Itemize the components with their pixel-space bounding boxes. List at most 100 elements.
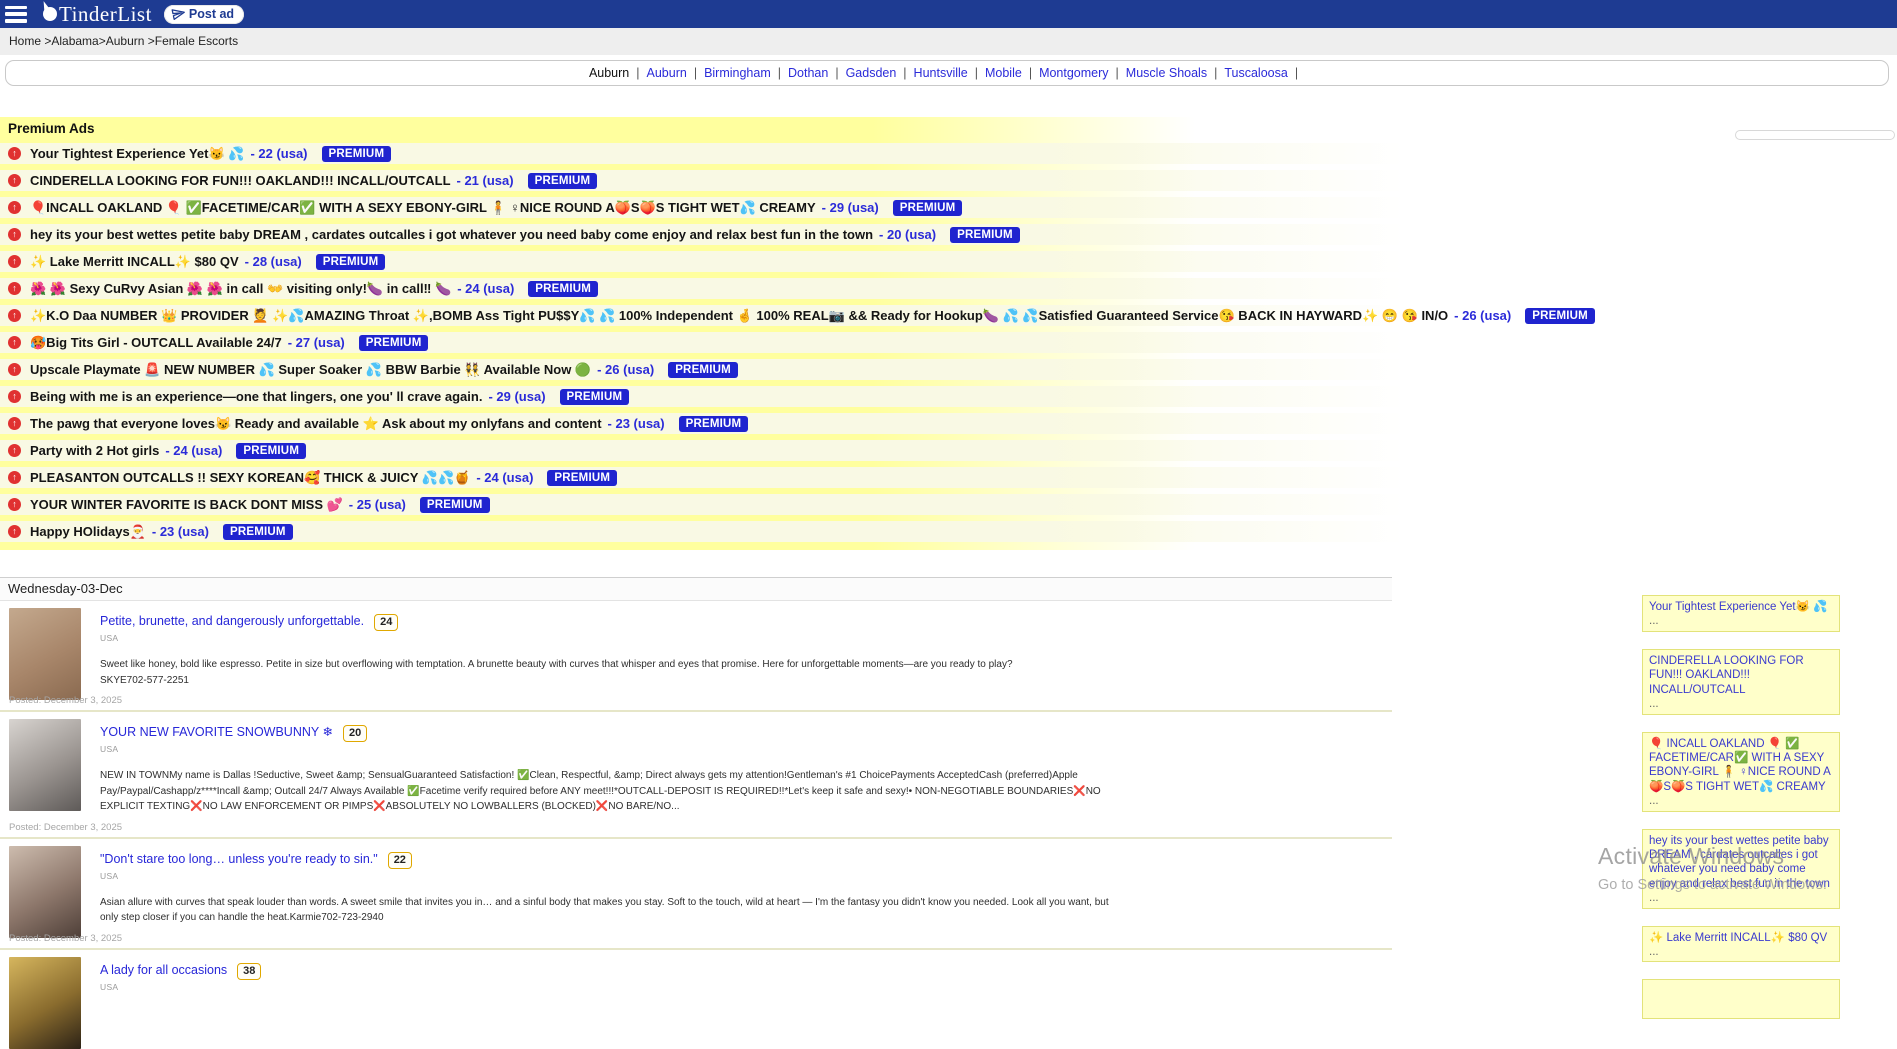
- premium-ad-title[interactable]: YOUR WINTER FAVORITE IS BACK DONT MISS 💕: [30, 497, 343, 513]
- premium-ad-row[interactable]: ↑ ✨ Lake Merritt INCALL✨ $80 QV - 28 (us…: [0, 251, 1897, 272]
- city-link-huntsville[interactable]: Huntsville: [914, 66, 968, 80]
- premium-badge: PREMIUM: [560, 389, 630, 405]
- listing-card[interactable]: "Don't stare too long… unless you're rea…: [0, 839, 1392, 950]
- premium-ad-title[interactable]: PLEASANTON OUTCALLS !! SEXY KOREAN🥰 THIC…: [30, 470, 470, 486]
- bump-up-icon: ↑: [8, 174, 21, 187]
- premium-badge: PREMIUM: [1525, 308, 1595, 324]
- paper-plane-icon: [171, 6, 186, 21]
- age-badge: 20: [343, 725, 367, 742]
- bump-up-icon: ↑: [8, 255, 21, 268]
- city-link-birmingham[interactable]: Birmingham: [704, 66, 771, 80]
- post-ad-label: Post ad: [189, 7, 234, 21]
- listing-title-link[interactable]: A lady for all occasions: [100, 963, 227, 977]
- sidebar-ad-more[interactable]: ...: [1649, 699, 1833, 711]
- menu-icon[interactable]: [5, 6, 27, 23]
- city-link-tuscaloosa[interactable]: Tuscaloosa: [1224, 66, 1287, 80]
- city-separator: |: [636, 66, 639, 80]
- site-logo[interactable]: TinderList: [43, 4, 152, 25]
- premium-ad-row[interactable]: ↑ YOUR WINTER FAVORITE IS BACK DONT MISS…: [0, 494, 1897, 515]
- city-link-dothan[interactable]: Dothan: [788, 66, 828, 80]
- premium-ad-row[interactable]: ↑ Happy HOlidays🎅 - 23 (usa) PREMIUM: [0, 521, 1897, 542]
- city-link-auburn[interactable]: Auburn: [647, 66, 687, 80]
- sidebar-ad-title[interactable]: hey its your best wettes petite baby DRE…: [1649, 834, 1833, 892]
- city-separator: |: [1214, 66, 1217, 80]
- sidebar-ad-box[interactable]: 🎈 INCALL OAKLAND 🎈 ✅ FACETIME/CAR✅ WITH …: [1642, 732, 1840, 812]
- listing-thumbnail[interactable]: [9, 719, 81, 811]
- listing-card[interactable]: Petite, brunette, and dangerously unforg…: [0, 601, 1392, 712]
- listing-thumbnail[interactable]: [9, 608, 81, 700]
- premium-ad-title[interactable]: CINDERELLA LOOKING FOR FUN!!! OAKLAND!!!…: [30, 173, 451, 188]
- sidebar-ad-more[interactable]: ...: [1649, 796, 1833, 808]
- sidebar-ad-title[interactable]: ✨ Lake Merritt INCALL✨ $80 QV: [1649, 931, 1833, 945]
- premium-ad-row[interactable]: ↑ 🥵Big Tits Girl - OUTCALL Available 24/…: [0, 332, 1897, 353]
- city-link-montgomery[interactable]: Montgomery: [1039, 66, 1108, 80]
- premium-badge: PREMIUM: [679, 416, 749, 432]
- premium-ad-title[interactable]: Party with 2 Hot girls: [30, 443, 159, 458]
- city-separator: |: [694, 66, 697, 80]
- listing-card[interactable]: YOUR NEW FAVORITE SNOWBUNNY ❄20 USA NEW …: [0, 712, 1392, 839]
- sidebar-ad-box[interactable]: [1642, 979, 1840, 1019]
- city-separator: |: [903, 66, 906, 80]
- premium-ad-title[interactable]: Upscale Playmate 🚨 NEW NUMBER 💦 Super So…: [30, 362, 591, 378]
- listing-card[interactable]: A lady for all occasions38 USA: [0, 950, 1392, 1039]
- sidebar-ad-box[interactable]: CINDERELLA LOOKING FOR FUN!!! OAKLAND!!!…: [1642, 649, 1840, 715]
- listing-region: USA: [100, 633, 1392, 643]
- bump-up-icon: ↑: [8, 525, 21, 538]
- premium-ad-row[interactable]: ↑ PLEASANTON OUTCALLS !! SEXY KOREAN🥰 TH…: [0, 467, 1897, 488]
- premium-ad-row[interactable]: ↑ The pawg that everyone loves😼 Ready an…: [0, 413, 1897, 434]
- premium-ad-row[interactable]: ↑ 🎈INCALL OAKLAND 🎈 ✅FACETIME/CAR✅ WITH …: [0, 197, 1897, 218]
- premium-ad-row[interactable]: ↑ Your Tightest Experience Yet😼 💦 - 22 (…: [0, 143, 1897, 164]
- premium-ad-row[interactable]: ↑ 🌺 🌺 Sexy CuRvy Asian 🌺 🌺 in call 👐 vis…: [0, 278, 1897, 299]
- premium-ad-title[interactable]: Your Tightest Experience Yet😼 💦: [30, 146, 244, 162]
- premium-ad-title[interactable]: Happy HOlidays🎅: [30, 524, 146, 540]
- premium-ad-age: - 24 (usa): [476, 470, 533, 485]
- listing-title-link[interactable]: YOUR NEW FAVORITE SNOWBUNNY ❄: [100, 725, 333, 739]
- premium-badge: PREMIUM: [316, 254, 386, 270]
- premium-ad-row[interactable]: ↑ Being with me is an experience—one tha…: [0, 386, 1897, 407]
- premium-ad-row[interactable]: ↑ CINDERELLA LOOKING FOR FUN!!! OAKLAND!…: [0, 170, 1897, 191]
- sidebar-ad-more[interactable]: ...: [1649, 893, 1833, 905]
- premium-ad-title[interactable]: 🎈INCALL OAKLAND 🎈 ✅FACETIME/CAR✅ WITH A …: [30, 200, 816, 216]
- premium-ad-row[interactable]: ↑ Party with 2 Hot girls - 24 (usa) PREM…: [0, 440, 1897, 461]
- post-ad-button[interactable]: Post ad: [164, 5, 244, 24]
- sidebar-ad-title[interactable]: CINDERELLA LOOKING FOR FUN!!! OAKLAND!!!…: [1649, 654, 1833, 697]
- listing-thumbnail[interactable]: [9, 957, 81, 1049]
- sidebar-ad-box[interactable]: ✨ Lake Merritt INCALL✨ $80 QV ...: [1642, 926, 1840, 963]
- premium-ad-title[interactable]: Being with me is an experience—one that …: [30, 389, 482, 404]
- listing-thumbnail[interactable]: [9, 846, 81, 938]
- city-separator: |: [1029, 66, 1032, 80]
- sidebar-ad-more[interactable]: ...: [1649, 616, 1833, 628]
- scrollbar-thumb[interactable]: [1735, 130, 1895, 140]
- bump-up-icon: ↑: [8, 228, 21, 241]
- city-link-gadsden[interactable]: Gadsden: [846, 66, 897, 80]
- listing-region: USA: [100, 871, 1392, 881]
- premium-badge: PREMIUM: [528, 173, 598, 189]
- listing-title-link[interactable]: Petite, brunette, and dangerously unforg…: [100, 614, 364, 628]
- premium-badge: PREMIUM: [236, 443, 306, 459]
- sidebar-ad-box[interactable]: hey its your best wettes petite baby DRE…: [1642, 829, 1840, 909]
- breadcrumb[interactable]: Home >Alabama>Auburn >Female Escorts: [0, 28, 1897, 55]
- premium-badge: PREMIUM: [893, 200, 963, 216]
- premium-ad-title[interactable]: ✨ Lake Merritt INCALL✨ $80 QV: [30, 254, 239, 270]
- premium-ad-title[interactable]: The pawg that everyone loves😼 Ready and …: [30, 416, 602, 432]
- listing-title-link[interactable]: "Don't stare too long… unless you're rea…: [100, 852, 378, 866]
- city-link-muscle-shoals[interactable]: Muscle Shoals: [1126, 66, 1207, 80]
- city-link-mobile[interactable]: Mobile: [985, 66, 1022, 80]
- tinderlist-flame-icon: [43, 7, 57, 21]
- premium-ad-title[interactable]: hey its your best wettes petite baby DRE…: [30, 227, 873, 242]
- premium-ad-age: - 29 (usa): [822, 200, 879, 215]
- premium-ad-row[interactable]: ↑ hey its your best wettes petite baby D…: [0, 224, 1897, 245]
- sidebar-ad-title[interactable]: Your Tightest Experience Yet😼 💦: [1649, 600, 1833, 614]
- premium-ad-row[interactable]: ↑ ✨K.O Daa NUMBER 👑 PROVIDER 💆 ✨💦AMAZING…: [0, 305, 1897, 326]
- city-separator: |: [835, 66, 838, 80]
- city-separator: |: [975, 66, 978, 80]
- brand-name: TinderList: [59, 4, 152, 25]
- sidebar-ad-box[interactable]: Your Tightest Experience Yet😼 💦 ...: [1642, 595, 1840, 632]
- sidebar-ad-title[interactable]: 🎈 INCALL OAKLAND 🎈 ✅ FACETIME/CAR✅ WITH …: [1649, 737, 1833, 795]
- sidebar-ad-more[interactable]: ...: [1649, 947, 1833, 959]
- premium-ad-row[interactable]: ↑ Upscale Playmate 🚨 NEW NUMBER 💦 Super …: [0, 359, 1897, 380]
- premium-ad-title[interactable]: 🌺 🌺 Sexy CuRvy Asian 🌺 🌺 in call 👐 visit…: [30, 281, 451, 297]
- premium-ads-section: Premium Ads ↑ Your Tightest Experience Y…: [0, 117, 1897, 550]
- premium-ad-title[interactable]: ✨K.O Daa NUMBER 👑 PROVIDER 💆 ✨💦AMAZING T…: [30, 308, 1448, 324]
- premium-ad-title[interactable]: 🥵Big Tits Girl - OUTCALL Available 24/7: [30, 335, 282, 351]
